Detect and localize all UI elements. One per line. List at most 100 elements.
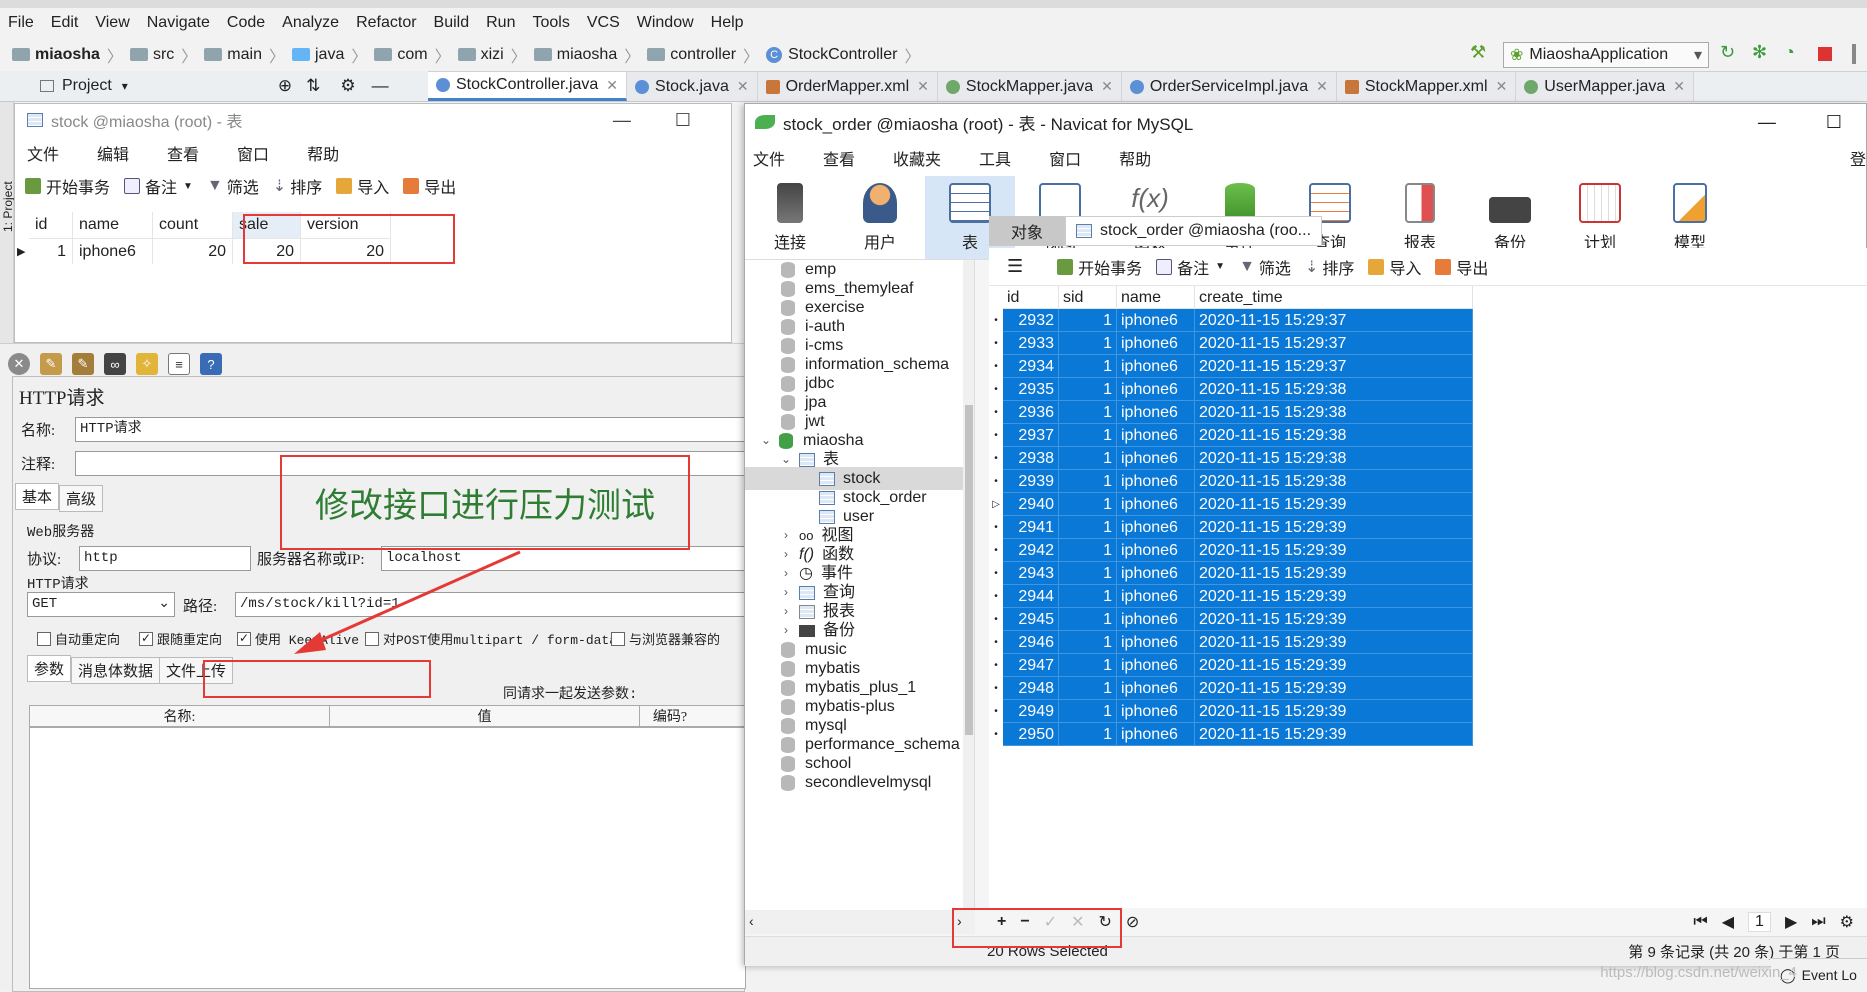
- protocol-field[interactable]: http: [79, 546, 251, 571]
- table-row[interactable]: •29331iphone62020-11-15 15:29:37: [989, 332, 1473, 355]
- maximize-icon[interactable]: ☐: [1826, 112, 1842, 133]
- column-header[interactable]: id: [1003, 286, 1059, 309]
- cell-create-time[interactable]: 2020-11-15 15:29:39: [1195, 585, 1473, 608]
- coverage-icon[interactable]: ◔: [1784, 42, 1795, 63]
- reset-search-icon[interactable]: ✧: [136, 353, 158, 375]
- cell-id[interactable]: 2943: [1003, 562, 1059, 585]
- cell-sid[interactable]: 1: [1059, 585, 1117, 608]
- cell-sid[interactable]: 1: [1059, 401, 1117, 424]
- close-icon[interactable]: ✕: [1316, 78, 1328, 95]
- cell-name[interactable]: iphone6: [1117, 447, 1195, 470]
- cell-sid[interactable]: 1: [1059, 723, 1117, 746]
- menu-view[interactable]: View: [95, 14, 129, 32]
- browser-compatible-checkbox[interactable]: 与浏览器兼容的: [611, 629, 720, 648]
- cell-name[interactable]: iphone6: [1117, 700, 1195, 723]
- tree-db-secondlevelmysql[interactable]: secondlevelmysql: [781, 771, 931, 794]
- menu-window[interactable]: 窗口: [237, 141, 269, 165]
- cell-create-time[interactable]: 2020-11-15 15:29:38: [1195, 378, 1473, 401]
- cell-name[interactable]: iphone6: [1117, 493, 1195, 516]
- cell-sid[interactable]: 1: [1059, 493, 1117, 516]
- ribbon-connection[interactable]: 连接: [745, 176, 835, 259]
- ribbon-backup[interactable]: 备份: [1465, 176, 1555, 259]
- tab-order-service-impl[interactable]: OrderServiceImpl.java✕: [1122, 72, 1337, 101]
- cell-id[interactable]: 2938: [1003, 447, 1059, 470]
- cell-create-time[interactable]: 2020-11-15 15:29:37: [1195, 309, 1473, 332]
- cell-name[interactable]: iphone6: [1117, 424, 1195, 447]
- tab-parameters[interactable]: 参数: [27, 655, 71, 682]
- hide-icon[interactable]: —: [372, 76, 389, 96]
- cell-id[interactable]: 2940: [1003, 493, 1059, 516]
- table-row[interactable]: •29461iphone62020-11-15 15:29:39: [989, 631, 1473, 654]
- gear-icon[interactable]: ⚙: [340, 76, 355, 96]
- tab-advanced[interactable]: 高级: [59, 485, 103, 512]
- cell-id[interactable]: 2947: [1003, 654, 1059, 677]
- tab-stock-mapper-java[interactable]: StockMapper.java✕: [938, 72, 1122, 101]
- ribbon-report[interactable]: 报表: [1375, 176, 1465, 259]
- table-row[interactable]: •29361iphone62020-11-15 15:29:38: [989, 401, 1473, 424]
- close-icon[interactable]: ✕: [1101, 78, 1113, 95]
- tab-stock[interactable]: Stock.java✕: [627, 72, 758, 101]
- cell-create-time[interactable]: 2020-11-15 15:29:38: [1195, 401, 1473, 424]
- cell-id[interactable]: 2942: [1003, 539, 1059, 562]
- cell-create-time[interactable]: 2020-11-15 15:29:38: [1195, 447, 1473, 470]
- debug-icon[interactable]: ✻: [1752, 42, 1767, 63]
- cell-name[interactable]: iphone6: [1117, 585, 1195, 608]
- cell-sid[interactable]: 1: [1059, 470, 1117, 493]
- cell-id[interactable]: 2935: [1003, 378, 1059, 401]
- tab-user-mapper[interactable]: UserMapper.java✕: [1516, 72, 1694, 101]
- cell-create-time[interactable]: 2020-11-15 15:29:39: [1195, 539, 1473, 562]
- menu-tools[interactable]: 工具: [979, 146, 1011, 170]
- table-row[interactable]: •29341iphone62020-11-15 15:29:37: [989, 355, 1473, 378]
- menu-view[interactable]: 查看: [167, 141, 199, 165]
- breadcrumb-item[interactable]: main: [227, 46, 262, 64]
- menu-help[interactable]: 帮助: [307, 141, 339, 165]
- chevron-down-icon[interactable]: ⌄: [759, 429, 773, 452]
- breadcrumb-item[interactable]: controller: [670, 46, 736, 64]
- maximize-icon[interactable]: ☐: [675, 110, 691, 131]
- cell-create-time[interactable]: 2020-11-15 15:29:38: [1195, 424, 1473, 447]
- cell-name[interactable]: iphone6: [1117, 631, 1195, 654]
- search-binoculars-icon[interactable]: ∞: [104, 353, 126, 375]
- cell-sid[interactable]: 1: [1059, 608, 1117, 631]
- menu-run[interactable]: Run: [486, 14, 515, 32]
- cell-sid[interactable]: 1: [1059, 562, 1117, 585]
- cell-name[interactable]: iphone6: [1117, 677, 1195, 700]
- filter-button[interactable]: ▼筛选: [207, 174, 259, 198]
- previous-page-icon[interactable]: ◀: [1722, 912, 1734, 932]
- table-row[interactable]: •29431iphone62020-11-15 15:29:39: [989, 562, 1473, 585]
- column-header[interactable]: id: [29, 212, 73, 238]
- menu-edit[interactable]: 编辑: [97, 141, 129, 165]
- breadcrumb-item[interactable]: src: [153, 46, 174, 64]
- cell-sid[interactable]: 1: [1059, 516, 1117, 539]
- memo-button[interactable]: 备注▼: [124, 174, 193, 198]
- rerun-icon[interactable]: ↻: [1720, 42, 1735, 63]
- filter-button[interactable]: ▼筛选: [1239, 255, 1291, 279]
- cell-create-time[interactable]: 2020-11-15 15:29:39: [1195, 631, 1473, 654]
- cell-create-time[interactable]: 2020-11-15 15:29:39: [1195, 493, 1473, 516]
- cell-name[interactable]: iphone6: [1117, 470, 1195, 493]
- column-header[interactable]: name: [1117, 286, 1195, 309]
- table-row[interactable]: •29501iphone62020-11-15 15:29:39: [989, 723, 1473, 746]
- clear-all-icon[interactable]: ✎: [72, 353, 94, 375]
- menu-file[interactable]: File: [8, 14, 34, 32]
- cell-id[interactable]: 2932: [1003, 309, 1059, 332]
- build-hammer-icon[interactable]: ⚒: [1470, 42, 1486, 63]
- ribbon-user[interactable]: 用户: [835, 176, 925, 259]
- cell-create-time[interactable]: 2020-11-15 15:29:39: [1195, 654, 1473, 677]
- breadcrumb-item[interactable]: java: [315, 46, 344, 64]
- cell-sid[interactable]: 1: [1059, 378, 1117, 401]
- breadcrumb-item[interactable]: com: [397, 46, 427, 64]
- table-row[interactable]: •29371iphone62020-11-15 15:29:38: [989, 424, 1473, 447]
- params-table-body[interactable]: [29, 727, 746, 989]
- menu-favorites[interactable]: 收藏夹: [893, 146, 941, 170]
- cell-name[interactable]: iphone6: [1117, 654, 1195, 677]
- breadcrumb-item[interactable]: miaosha: [557, 46, 617, 64]
- cell-name[interactable]: iphone6: [1117, 723, 1195, 746]
- export-button[interactable]: 导出: [1435, 255, 1488, 279]
- table-row[interactable]: •29451iphone62020-11-15 15:29:39: [989, 608, 1473, 631]
- locate-icon[interactable]: ⊕: [278, 76, 292, 96]
- cell-count[interactable]: 20: [153, 238, 233, 264]
- close-icon[interactable]: ✕: [917, 78, 929, 95]
- table-row[interactable]: •29411iphone62020-11-15 15:29:39: [989, 516, 1473, 539]
- menu-tools[interactable]: Tools: [532, 14, 569, 32]
